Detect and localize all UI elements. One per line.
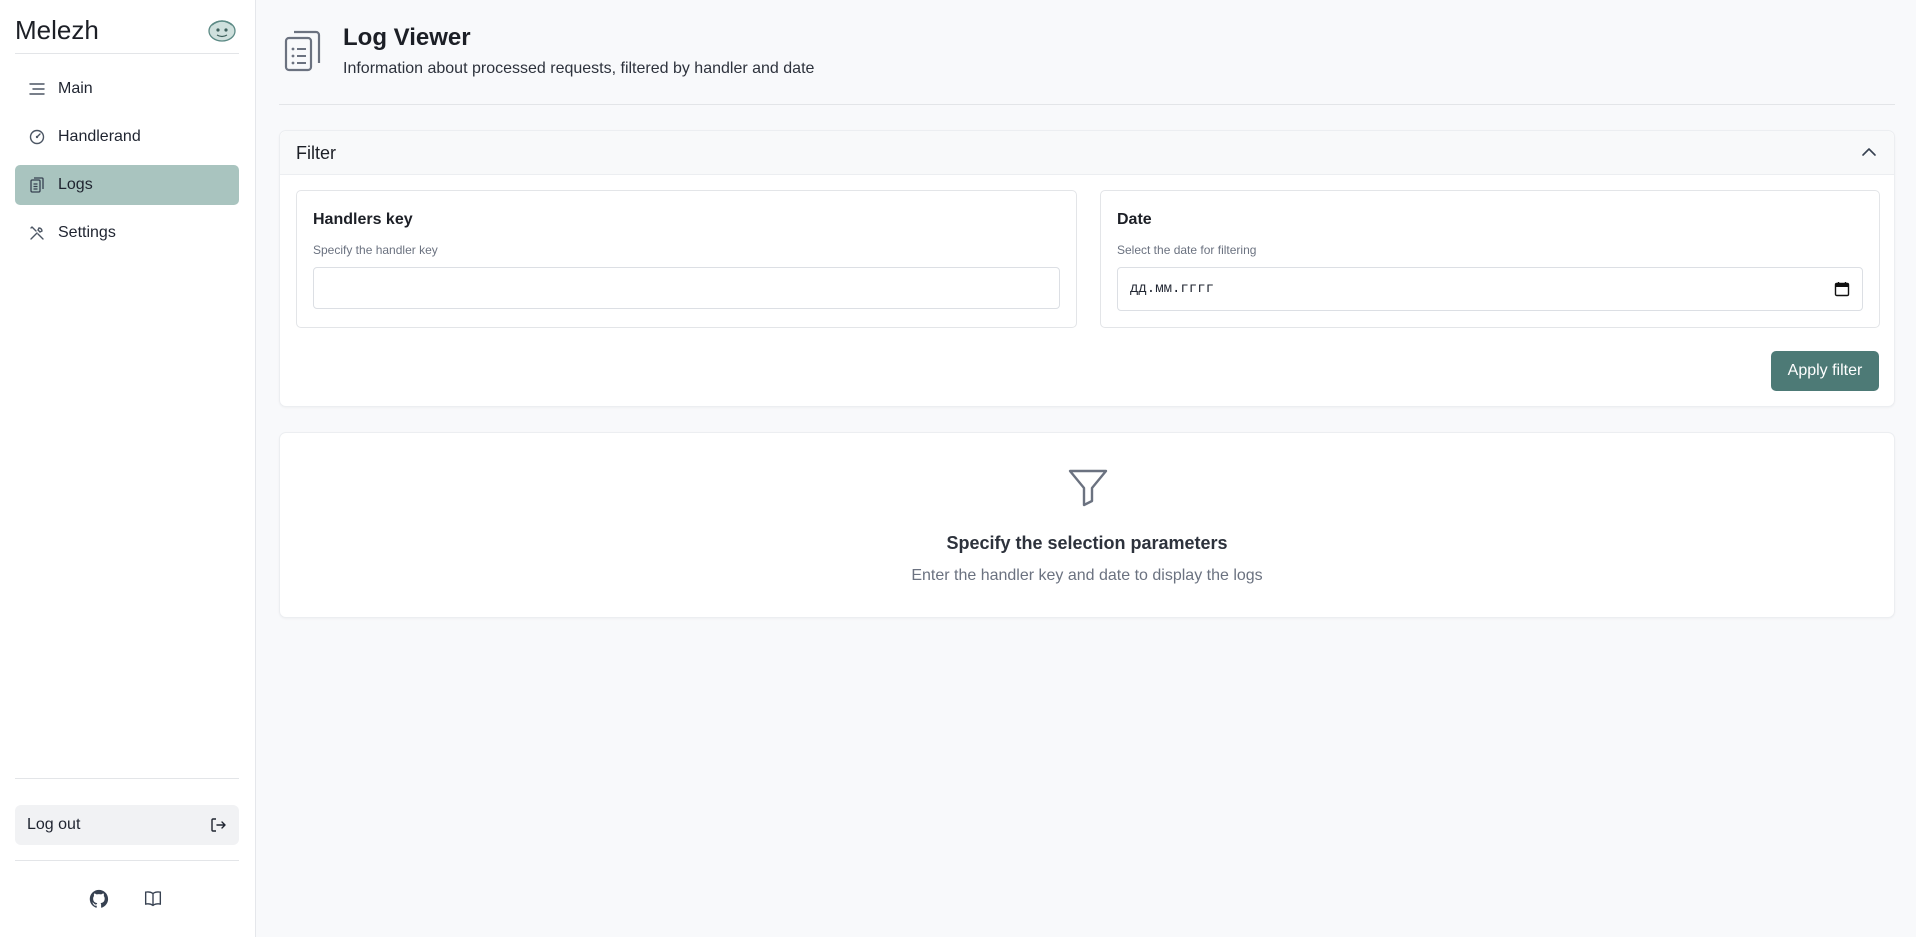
sidebar-divider [15,860,239,861]
logout-button[interactable]: Log out [15,805,239,845]
handlers-key-label: Handlers key [313,211,413,228]
app-name: Melezh [15,15,99,45]
sidebar-item-label: Handlerand [58,128,141,145]
sidebar-item-label: Logs [58,176,93,193]
empty-state-text: Enter the handler key and date to displa… [911,567,1263,584]
brand: Melezh [15,12,239,54]
page-title: Log Viewer [343,24,471,51]
logo-icon [207,15,237,43]
filter-header[interactable]: Filter [280,131,1894,175]
empty-state-title: Specify the selection parameters [946,533,1228,553]
apply-filter-button[interactable]: Apply filter [1771,351,1879,391]
book-icon[interactable] [142,888,164,910]
dial-icon [28,128,46,146]
logout-label: Log out [27,816,81,833]
logout-icon [209,816,227,834]
sidebar-item-settings[interactable]: Settings [15,213,239,253]
date-label: Date [1117,211,1152,228]
date-input[interactable]: дд.мм.гггг [1117,267,1863,311]
handlers-key-help: Specify the handler key [313,243,438,257]
page-header: Log Viewer Information about processed r… [279,0,1895,105]
filter-panel: Filter Handlers key Specify the handler … [279,130,1895,407]
handlers-key-field: Handlers key Specify the handler key [296,190,1077,328]
clipboard-icon [283,28,323,74]
tools-icon [28,224,46,242]
handlers-key-input[interactable] [313,267,1060,309]
sidebar: Melezh Main Handlerand Logs Settings Log… [0,0,256,937]
sidebar-item-handlerand[interactable]: Handlerand [15,117,239,157]
date-placeholder: дд.мм.гггг [1130,281,1215,297]
calendar-icon[interactable] [1834,281,1850,297]
sidebar-item-main[interactable]: Main [15,69,239,109]
sidebar-item-logs[interactable]: Logs [15,165,239,205]
funnel-icon [1066,465,1110,509]
sidebar-item-label: Settings [58,224,116,241]
sidebar-divider [15,778,239,779]
filter-title: Filter [296,143,336,163]
github-icon[interactable] [88,888,110,910]
menu-lines-icon [28,80,46,98]
sidebar-footer [88,888,164,910]
date-help: Select the date for filtering [1117,243,1257,257]
sidebar-item-label: Main [58,80,93,97]
chevron-up-icon[interactable] [1860,143,1878,161]
clipboard-icon [28,176,46,194]
empty-state: Specify the selection parameters Enter t… [279,432,1895,618]
sidebar-nav: Main Handlerand Logs Settings [15,69,239,261]
page-subtitle: Information about processed requests, fi… [343,60,815,77]
date-field: Date Select the date for filtering дд.мм… [1100,190,1880,328]
